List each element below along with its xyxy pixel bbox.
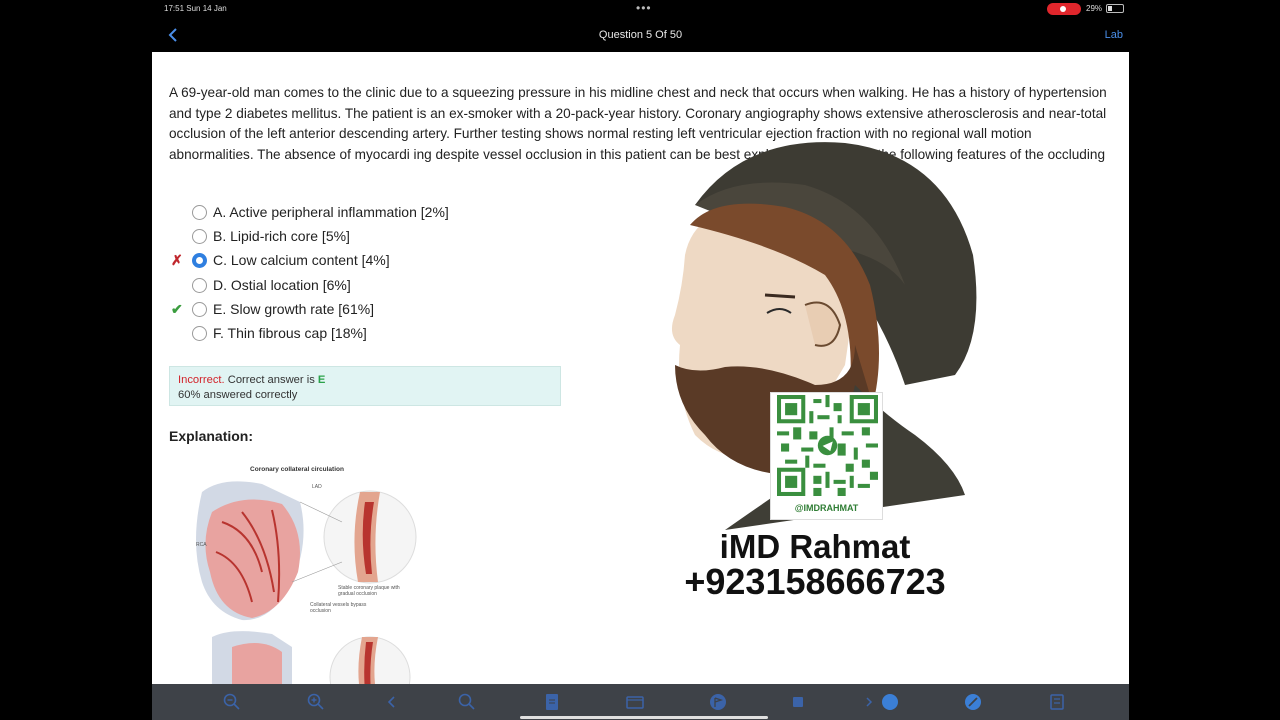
answer-choice[interactable]: D. Ostial location [6%] (169, 275, 569, 299)
multitasking-dots[interactable]: ••• (636, 1, 652, 15)
choice-label: C. Low calcium content [4%] (213, 252, 390, 269)
highlight-icon[interactable] (963, 692, 983, 712)
choice-radio[interactable] (192, 229, 207, 245)
choice-radio[interactable] (192, 301, 207, 317)
answer-choices: A. Active peripheral inflammation [2%] B.… (169, 202, 569, 347)
qr-code-card[interactable]: @IMDRAHMAT (770, 392, 883, 520)
qr-handle-text: @IMDRAHMAT (794, 503, 859, 513)
figure-title: Coronary collateral circulation (250, 466, 344, 473)
battery-icon (1106, 4, 1124, 13)
previous-icon[interactable] (382, 692, 402, 712)
answer-choice[interactable]: A. Active peripheral inflammation [2%] (169, 202, 569, 226)
answer-choice[interactable]: ✗ C. Low calcium content [4%] (169, 250, 569, 274)
choice-radio[interactable] (192, 277, 207, 293)
correct-answer-text: Correct answer is (224, 374, 318, 386)
result-status: Incorrect. (178, 374, 225, 386)
choice-radio[interactable] (192, 253, 207, 269)
status-time: 17:51 Sun 14 Jan (164, 4, 227, 13)
label-plaque: Stable coronary plaque with gradual occl… (338, 585, 400, 597)
explanation-heading: Explanation: (169, 428, 254, 444)
answer-choice[interactable]: F. Thin fibrous cap [18%] (169, 323, 569, 347)
nav-bar: Question 5 Of 50 Lab (152, 20, 1129, 52)
tabs-icon[interactable] (625, 692, 645, 712)
label-collateral: Collateral vessels bypass occlusion (310, 602, 367, 614)
label-lad: LAD (312, 484, 322, 490)
result-feedback-box: Incorrect. Correct answer is E 60% answe… (169, 366, 561, 406)
choice-radio[interactable] (192, 325, 207, 341)
question-counter-title: Question 5 Of 50 (598, 29, 683, 41)
answer-choice[interactable]: ✔ E. Slow growth rate [61%] (169, 299, 569, 323)
calculator-icon[interactable] (1047, 692, 1067, 712)
answer-choice[interactable]: B. Lipid-rich core [5%] (169, 226, 569, 250)
search-icon[interactable] (457, 692, 477, 712)
qr-code-icon (777, 395, 878, 496)
incorrect-mark-icon: ✗ (171, 252, 183, 269)
flag-icon[interactable] (708, 692, 728, 712)
zoom-out-icon[interactable] (222, 692, 242, 712)
bottom-toolbar (152, 684, 1129, 720)
label-rca: RCA (196, 542, 207, 548)
zoom-in-icon[interactable] (306, 692, 326, 712)
stop-icon[interactable] (788, 692, 808, 712)
notes-icon[interactable] (542, 692, 562, 712)
correct-answer-letter: E (317, 374, 326, 386)
correct-mark-icon: ✔ (171, 300, 183, 317)
recording-indicator-icon (1047, 3, 1081, 15)
heart-illustration (196, 481, 417, 684)
status-bar: 17:51 Sun 14 Jan ••• 29% (152, 0, 1129, 18)
choice-radio[interactable] (192, 205, 207, 220)
choice-label: D. Ostial location [6%] (213, 276, 351, 293)
app-screen: 17:51 Sun 14 Jan ••• 29% Question 5 Of 5… (0, 0, 1280, 720)
choice-label: E. Slow growth rate [61%] (213, 300, 375, 317)
lab-values-button[interactable]: Lab (1105, 29, 1123, 41)
choice-label: F. Thin fibrous cap [18%] (213, 324, 367, 341)
percent-correct-text: 60% answered correctly (178, 389, 298, 401)
choice-label: B. Lipid-rich core [5%] (213, 228, 350, 245)
home-indicator[interactable] (520, 716, 768, 719)
watermark-phone: +923158666723 (684, 561, 946, 602)
next-icon[interactable] (864, 692, 900, 712)
choice-label: A. Active peripheral inflammation [2%] (213, 204, 449, 220)
collateral-circulation-figure: Coronary collateral circulation LAD RCA … (182, 462, 422, 684)
battery-percent: 29% (1086, 4, 1103, 13)
